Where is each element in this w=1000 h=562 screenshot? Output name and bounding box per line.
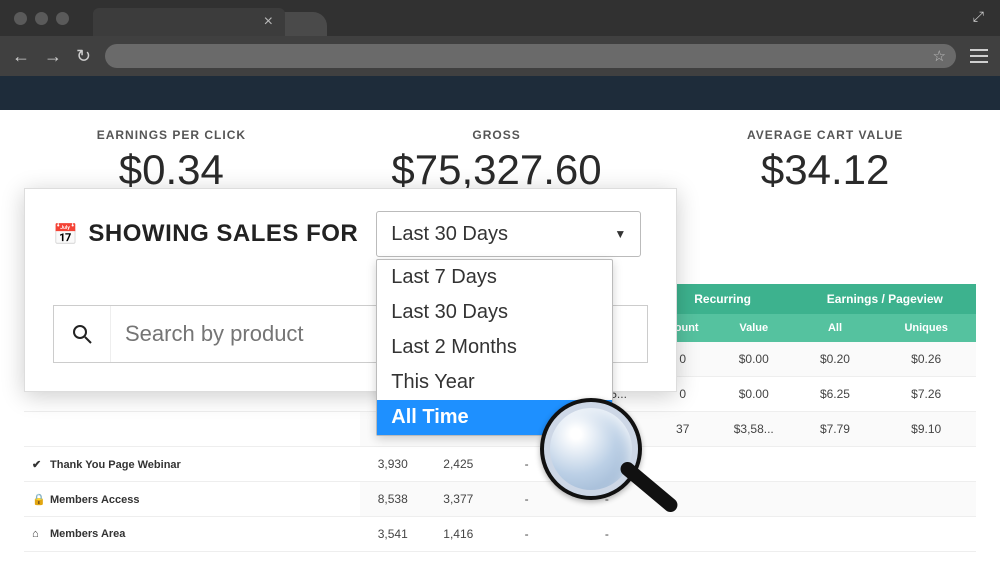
table-row[interactable]: ✔Thank You Page Webinar3,9302,425-- bbox=[24, 447, 976, 482]
row-name: ✔Thank You Page Webinar bbox=[24, 447, 360, 482]
kpi-value: $0.34 bbox=[97, 146, 246, 194]
row-name: ⌂Members Area bbox=[24, 517, 360, 552]
cell: $7.26 bbox=[876, 377, 976, 412]
tab-close-icon[interactable]: × bbox=[264, 13, 273, 31]
cell: 3,541 bbox=[360, 517, 426, 552]
magnifier-illustration bbox=[540, 398, 642, 500]
cell: $3,58... bbox=[714, 412, 794, 447]
dropdown-option[interactable]: Last 30 Days bbox=[377, 295, 612, 330]
kpi-gross: GROSS $75,327.60 bbox=[391, 128, 601, 194]
cell: 3,930 bbox=[360, 447, 426, 482]
kpi-value: $75,327.60 bbox=[391, 146, 601, 194]
row-type-icon: ⌂ bbox=[32, 528, 44, 540]
row-name: 🔒Members Access bbox=[24, 482, 360, 517]
back-button[interactable]: ← bbox=[12, 46, 30, 67]
traffic-lights[interactable] bbox=[14, 12, 69, 25]
dropdown-option[interactable]: Last 7 Days bbox=[377, 260, 612, 295]
url-bar[interactable]: ☆ bbox=[105, 44, 956, 68]
date-range-popup: 📅 SHOWING SALES FOR Last 30 Days ▼ Last … bbox=[24, 188, 677, 392]
dropdown-selected: Last 30 Days bbox=[391, 223, 508, 246]
cell: 8,538 bbox=[360, 482, 426, 517]
kpi-label: AVERAGE CART VALUE bbox=[747, 128, 903, 142]
cell: $6.25 bbox=[794, 377, 877, 412]
expand-icon[interactable]: ⤢ bbox=[973, 8, 984, 25]
new-tab-stub[interactable] bbox=[283, 12, 327, 36]
cell: - bbox=[562, 517, 651, 552]
cell bbox=[714, 482, 794, 517]
dropdown-option[interactable]: Last 2 Months bbox=[377, 330, 612, 365]
popup-title: 📅 SHOWING SALES FOR bbox=[53, 220, 358, 248]
close-window-dot[interactable] bbox=[14, 12, 27, 25]
col-all[interactable]: All bbox=[794, 314, 877, 342]
bookmark-star-icon[interactable]: ☆ bbox=[933, 47, 946, 65]
minimize-window-dot[interactable] bbox=[35, 12, 48, 25]
cell: $0.00 bbox=[714, 377, 794, 412]
cell: 37 bbox=[652, 412, 714, 447]
row-type-icon: 🔒 bbox=[32, 493, 44, 506]
kpi-label: GROSS bbox=[391, 128, 601, 142]
browser-navbar: ← → ↻ ☆ bbox=[0, 36, 1000, 76]
cell bbox=[876, 517, 976, 552]
cell bbox=[652, 447, 714, 482]
chevron-down-icon: ▼ bbox=[614, 227, 626, 241]
table-row[interactable]: ⌂Members Area3,5411,416-- bbox=[24, 517, 976, 552]
cell: 3,377 bbox=[426, 482, 492, 517]
cell: - bbox=[491, 517, 562, 552]
row-type-icon: ✔ bbox=[32, 458, 44, 471]
cell: 1,416 bbox=[426, 517, 492, 552]
browser-tab[interactable]: × bbox=[93, 8, 285, 36]
magnifier-lens-icon bbox=[540, 398, 642, 500]
kpi-label: EARNINGS PER CLICK bbox=[97, 128, 246, 142]
app-brand-bar bbox=[0, 76, 1000, 110]
cell bbox=[714, 447, 794, 482]
window-titlebar: × ⤢ bbox=[0, 0, 1000, 36]
menu-hamburger-icon[interactable] bbox=[970, 49, 988, 63]
dropdown-option[interactable]: This Year bbox=[377, 365, 612, 400]
dropdown-button[interactable]: Last 30 Days ▼ bbox=[376, 211, 641, 257]
col-group-earnings-pageview: Earnings / Pageview bbox=[794, 284, 976, 314]
kpi-average-cart-value: AVERAGE CART VALUE $34.12 bbox=[747, 128, 903, 194]
cell bbox=[714, 517, 794, 552]
kpi-value: $34.12 bbox=[747, 146, 903, 194]
kpi-earnings-per-click: EARNINGS PER CLICK $0.34 bbox=[97, 128, 246, 194]
date-range-dropdown[interactable]: Last 30 Days ▼ Last 7 Days Last 30 Days … bbox=[376, 211, 611, 257]
row-name bbox=[24, 412, 360, 447]
cell bbox=[652, 517, 714, 552]
col-uniques[interactable]: Uniques bbox=[876, 314, 976, 342]
col-value-recurring[interactable]: Value bbox=[714, 314, 794, 342]
cell: $0.20 bbox=[794, 342, 877, 377]
cell: $7.79 bbox=[794, 412, 877, 447]
cell bbox=[876, 447, 976, 482]
cell: 2,425 bbox=[426, 447, 492, 482]
cell: $0.00 bbox=[714, 342, 794, 377]
table-row[interactable]: 🔒Members Access8,5383,377-- bbox=[24, 482, 976, 517]
cell: $9.10 bbox=[876, 412, 976, 447]
cell bbox=[794, 447, 877, 482]
cell bbox=[794, 517, 877, 552]
search-icon[interactable] bbox=[54, 306, 111, 362]
calendar-icon: 📅 bbox=[53, 222, 78, 247]
cell bbox=[876, 482, 976, 517]
maximize-window-dot[interactable] bbox=[56, 12, 69, 25]
cell bbox=[794, 482, 877, 517]
forward-button[interactable]: → bbox=[44, 46, 62, 67]
cell: $0.26 bbox=[876, 342, 976, 377]
reload-button[interactable]: ↻ bbox=[76, 46, 91, 67]
